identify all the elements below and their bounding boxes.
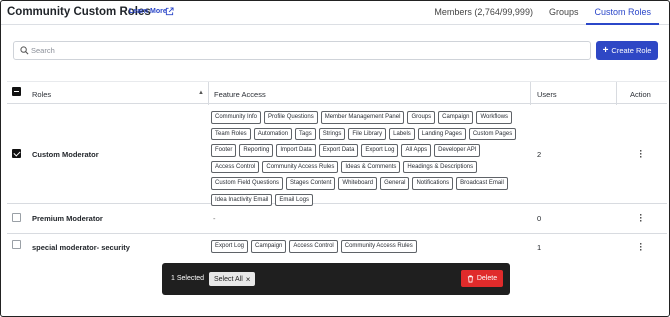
role-name[interactable]: special moderator- security [32, 243, 130, 252]
feature-tag: Access Control [289, 240, 338, 253]
more-actions-icon[interactable]: · · · [638, 240, 644, 255]
column-header-users: Users [537, 90, 557, 99]
search-icon [20, 46, 29, 55]
search-input[interactable] [31, 43, 581, 58]
tab-bar: Members (2,764/99,999) Groups Custom Rol… [426, 1, 659, 25]
selected-count: 1 Selected [171, 275, 205, 282]
feature-tag: Automation [253, 127, 293, 140]
column-divider [616, 82, 617, 105]
bulk-action-bar: 1 Selected Select All × Delete [162, 263, 510, 295]
delete-button[interactable]: Delete [461, 270, 503, 287]
column-header-roles[interactable]: Roles [32, 90, 51, 99]
more-actions-icon[interactable]: · · · [638, 211, 644, 226]
feature-tag: Campaign [438, 111, 474, 124]
row-checkbox[interactable] [12, 149, 21, 158]
feature-tag: Profile Questions [264, 111, 318, 124]
table-row: special moderator- security Export Log Ca… [7, 234, 667, 262]
feature-tag: Broadcast Email [456, 177, 508, 190]
feature-tag: General [380, 177, 410, 190]
feature-tag: Strings [318, 127, 346, 140]
table-row: Custom Moderator Community Info Profile Q… [7, 104, 667, 206]
column-divider [530, 82, 531, 105]
sort-asc-icon[interactable]: ▲ [198, 90, 204, 96]
feature-tag: Developer API [434, 144, 481, 157]
feature-tag: Team Roles [211, 127, 251, 140]
feature-tag: Import Data [276, 144, 316, 157]
feature-tag: Community Info [211, 111, 262, 124]
trash-icon [467, 275, 473, 282]
select-all-label: Select All [214, 275, 243, 283]
search-box [13, 41, 591, 60]
select-all-checkbox[interactable] [12, 87, 21, 96]
more-actions-icon[interactable]: · · · [638, 147, 644, 162]
feature-tag: All Apps [401, 144, 432, 157]
tab-groups[interactable]: Groups [541, 1, 587, 25]
plus-icon: + [602, 44, 609, 56]
column-divider [208, 82, 209, 105]
feature-tag: Community Access Rules [262, 160, 339, 173]
tab-members[interactable]: Members (2,764/99,999) [426, 1, 541, 25]
user-count: 2 [537, 150, 542, 159]
user-count: 0 [537, 214, 542, 223]
feature-access-empty: - [213, 214, 216, 223]
column-header-feature-access: Feature Access [214, 90, 266, 99]
feature-tag: Footer [211, 144, 237, 157]
role-name[interactable]: Custom Moderator [32, 150, 99, 159]
page-header: Community Custom Roles Learn More Member… [1, 1, 669, 25]
role-name[interactable]: Premium Moderator [32, 214, 103, 223]
feature-tag: Export Log [211, 240, 249, 253]
close-icon[interactable]: × [246, 275, 251, 284]
learn-more-link[interactable]: Learn More [129, 8, 167, 15]
feature-tag: Stages Content [286, 177, 336, 190]
feature-tag: Member Management Panel [320, 111, 405, 124]
app-window: Community Custom Roles Learn More Member… [0, 0, 670, 317]
feature-tag: Custom Field Questions [211, 177, 284, 190]
table-row: Premium Moderator - 0 · · · [7, 204, 667, 234]
row-checkbox[interactable] [12, 213, 21, 222]
table-header: Roles ▲ Feature Access Users Action [7, 81, 667, 105]
feature-tag-list: Community Info Profile Questions Member Ma… [211, 111, 521, 206]
feature-tag: Landing Pages [417, 127, 466, 140]
feature-tag: File Library [348, 127, 387, 140]
feature-tag: Reporting [239, 144, 274, 157]
feature-tag-list: Export Log Campaign Access Control Communit… [211, 240, 521, 253]
user-count: 1 [537, 243, 542, 252]
feature-tag: Workflows [476, 111, 513, 124]
row-checkbox[interactable] [12, 240, 21, 249]
feature-tag: Export Log [361, 144, 399, 157]
feature-tag: Ideas & Comments [341, 160, 401, 173]
feature-tag: Labels [389, 127, 415, 140]
column-header-action: Action [630, 90, 651, 99]
create-role-label: Create Role [611, 46, 652, 55]
feature-tag: Whiteboard [338, 177, 378, 190]
feature-tag: Access Control [211, 160, 260, 173]
feature-tag: Groups [407, 111, 436, 124]
external-link-icon[interactable] [165, 7, 174, 16]
feature-tag: Campaign [251, 240, 287, 253]
delete-label: Delete [476, 275, 498, 282]
create-role-button[interactable]: + Create Role [596, 41, 658, 60]
feature-tag: Notifications [412, 177, 454, 190]
feature-tag: Tags [295, 127, 316, 140]
feature-tag: Custom Pages [468, 127, 517, 140]
select-all-chip[interactable]: Select All × [209, 272, 256, 286]
tab-custom-roles[interactable]: Custom Roles [586, 1, 659, 25]
feature-tag: Headings & Descriptions [403, 160, 478, 173]
feature-tag: Community Access Rules [340, 240, 417, 253]
feature-tag: Export Data [318, 144, 359, 157]
